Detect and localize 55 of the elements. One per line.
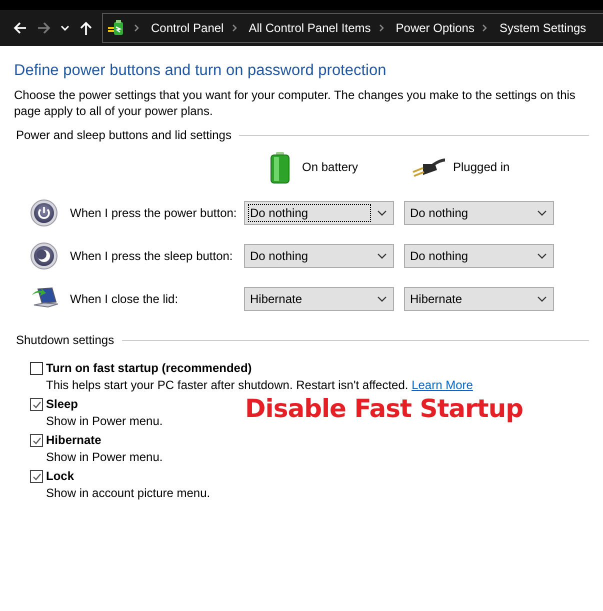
breadcrumb-item[interactable]: Power Options bbox=[392, 21, 478, 35]
column-heading: On battery bbox=[302, 160, 358, 174]
dropdown[interactable]: Hibernate bbox=[404, 287, 554, 311]
checkbox-label[interactable]: Lock bbox=[46, 469, 74, 483]
caret-icon bbox=[377, 253, 387, 259]
breadcrumb-item[interactable]: System Settings bbox=[496, 21, 590, 35]
caret-icon bbox=[537, 253, 547, 259]
sleep-button-icon bbox=[30, 242, 58, 270]
chevron-right-icon bbox=[378, 23, 385, 33]
checkbox[interactable] bbox=[30, 470, 43, 482]
breadcrumb-item[interactable]: Control Panel bbox=[148, 21, 227, 35]
power-options-icon bbox=[107, 19, 125, 37]
chevron-right-icon bbox=[481, 23, 488, 33]
caret-icon bbox=[537, 296, 547, 302]
caret-icon bbox=[537, 210, 547, 216]
option-description: Show in account picture menu. bbox=[46, 486, 210, 500]
checkbox[interactable] bbox=[30, 362, 43, 374]
dropdown[interactable]: Hibernate bbox=[244, 287, 394, 311]
breadcrumb-item[interactable]: All Control Panel Items bbox=[246, 21, 374, 35]
page-description: Choose the power settings that you want for your computer. The changes you make to the settings on this page apply to all of your power plans. bbox=[14, 87, 576, 119]
power-plug-icon bbox=[411, 156, 447, 178]
setting-label: When I press the sleep button: bbox=[69, 249, 234, 263]
checkmark-icon bbox=[32, 400, 42, 408]
up-arrow-icon bbox=[78, 20, 94, 36]
checkbox-label[interactable]: Hibernate bbox=[46, 433, 102, 447]
section-heading: Shutdown settings bbox=[16, 333, 114, 347]
option-description: Show in Power menu. bbox=[46, 414, 163, 428]
page-title: Define power buttons and turn on password protection bbox=[14, 62, 388, 80]
checkbox-label[interactable]: Sleep bbox=[46, 397, 78, 411]
column-heading: Plugged in bbox=[453, 160, 510, 174]
option-description: This helps start your PC faster after shutdown. Restart isn't affected. Learn More bbox=[46, 378, 473, 392]
option-description: Show in Power menu. bbox=[46, 450, 163, 464]
caret-icon bbox=[377, 210, 387, 216]
dropdown[interactable]: Do nothing bbox=[244, 201, 394, 225]
dropdown[interactable]: Do nothing bbox=[404, 201, 554, 225]
dropdown[interactable]: Do nothing bbox=[404, 244, 554, 268]
forward-arrow-icon bbox=[36, 20, 52, 36]
chevron-right-icon bbox=[230, 23, 238, 33]
checkmark-icon bbox=[32, 436, 42, 444]
setting-label: When I close the lid: bbox=[69, 292, 180, 306]
checkbox[interactable] bbox=[30, 434, 43, 446]
annotation-text: Disable Fast Startup bbox=[245, 394, 524, 423]
setting-label: When I press the power button: bbox=[69, 206, 238, 220]
power-button-icon bbox=[30, 199, 58, 227]
learn-more-link[interactable]: Learn More bbox=[412, 378, 473, 392]
battery-icon bbox=[270, 150, 290, 184]
back-arrow-icon bbox=[12, 20, 28, 36]
dropdown[interactable]: Do nothing bbox=[244, 244, 394, 268]
section-heading: Power and sleep buttons and lid settings bbox=[16, 128, 232, 142]
checkbox[interactable] bbox=[30, 398, 43, 410]
checkmark-icon bbox=[32, 472, 42, 480]
checkbox-label[interactable]: Turn on fast startup (recommended) bbox=[46, 361, 252, 375]
address-bar[interactable]: Control Panel All Control Panel Items Power Options System Settings bbox=[102, 13, 603, 43]
chevron-right-icon bbox=[133, 23, 140, 33]
caret-icon bbox=[377, 296, 387, 302]
